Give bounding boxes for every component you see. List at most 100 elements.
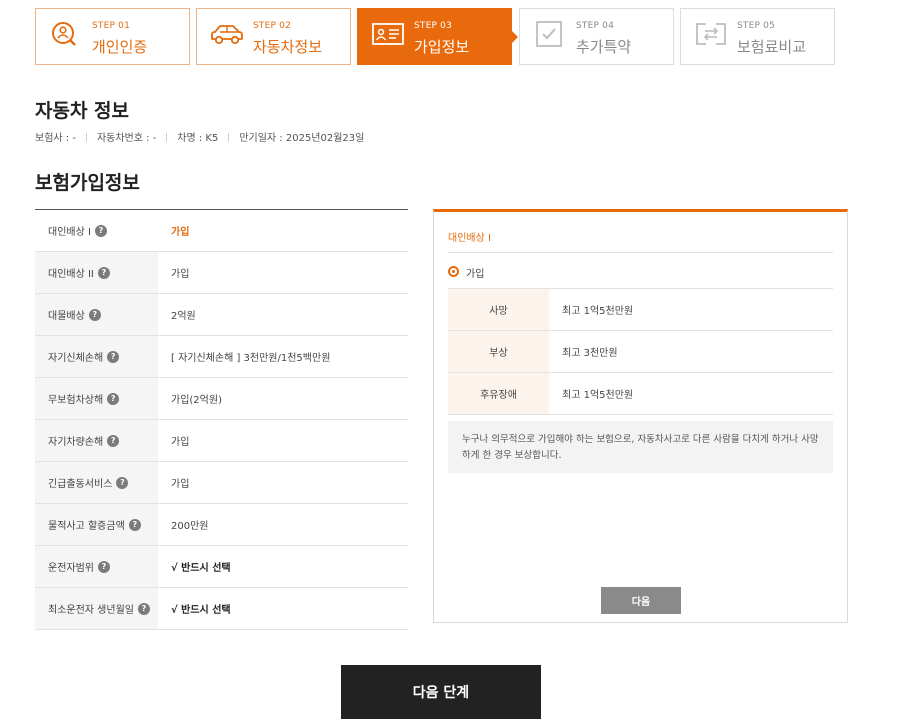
coverage-label-cell: 대인배상 II? [35,252,158,293]
step-2: STEP 02 자동차정보 [196,8,351,65]
coverage-label: 무보험차상해 [48,395,104,406]
help-icon[interactable]: ? [98,560,110,573]
next-step-button[interactable]: 다음 단계 [341,665,541,719]
help-icon[interactable]: ? [107,392,120,405]
step-1: STEP 01 개인인증 [35,8,190,65]
step-arrow [512,31,518,43]
coverage-row-bodily-2[interactable]: 대인배상 II? 가입 [35,252,408,294]
coverage-value: 200만원 [171,521,209,532]
coverage-value: [ 자기신체손해 ] 3천만원/1천5백만원 [171,353,331,364]
divider [166,133,168,142]
coverage-label: 대인배상 I [48,227,91,238]
coverage-value: √ 반드시 선택 [171,563,231,574]
step-number: STEP 04 [576,21,615,31]
help-icon[interactable]: ? [116,476,129,489]
car-name-text: 차명 : K5 [177,133,219,144]
compare-icon [693,19,729,49]
help-icon[interactable]: ? [128,518,141,531]
step-number: STEP 01 [92,21,131,31]
step-5: STEP 05 보험료비교 [680,8,835,65]
car-number-text: 자동차번호 : - [96,133,157,144]
coverage-label-cell: 운전자범위? [35,546,158,587]
start-date-text: 만기일자 : 2025년02월23일 [239,133,365,144]
coverage-value: √ 반드시 선택 [171,605,231,616]
table-row: 부상 최고 3천만원 [448,331,833,373]
coverage-value: 가입 [171,437,190,448]
divider [228,133,230,142]
id-card-icon [370,19,406,49]
coverage-value: 2억원 [171,311,196,322]
step-4: STEP 04 추가특약 [519,8,674,65]
coverage-row-bodily-1[interactable]: 대인배상 I? 가입 [35,210,408,252]
coverage-label: 대물배상 [48,311,85,322]
coverage-label-cell: 대물배상? [35,294,158,335]
coverage-value: 가입 [171,227,190,238]
help-icon[interactable]: ? [88,308,101,321]
payout-label: 후유장애 [448,373,549,414]
step-number: STEP 03 [414,21,453,31]
car-icon [209,19,245,49]
step-label: 개인인증 [92,38,148,56]
divider [85,133,87,142]
coverage-label-cell: 대인배상 I? [35,210,158,251]
payout-value: 최고 3천만원 [562,348,618,359]
step-3: STEP 03 가입정보 [357,8,518,65]
coverage-label: 긴급출동서비스 [48,479,113,490]
checkbox-icon [532,19,568,49]
coverage-row-uninsured[interactable]: 무보험차상해? 가입(2억원) [35,378,408,420]
person-search-icon [48,19,84,49]
divider [448,252,833,253]
help-icon[interactable]: ? [94,224,107,237]
coverage-label: 자기차량손해 [48,437,104,448]
table-row: 후유장애 최고 1억5천만원 [448,373,833,415]
panel-title: 대인배상 I [448,233,491,244]
coverage-description: 누구나 의무적으로 가입해야 하는 보험으로, 자동차사고로 다른 사람을 다치… [448,421,833,473]
coverage-table: 대인배상 I? 가입 대인배상 II? 가입 대물배상? 2억원 자기신체손해?… [35,209,408,630]
step-label: 가입정보 [414,38,470,56]
coverage-label-cell: 자기차량손해? [35,420,158,461]
coverage-label-cell: 최소운전자 생년월일? [35,588,158,629]
coverage-label: 운전자범위 [48,563,94,574]
help-icon[interactable]: ? [107,350,120,363]
help-icon[interactable]: ? [97,266,110,279]
payout-value: 최고 1억5천만원 [562,390,634,401]
step-number: STEP 05 [737,21,776,31]
coverage-value: 가입 [171,479,190,490]
step-label: 자동차정보 [253,38,323,56]
coverage-row-driver-scope[interactable]: 운전자범위? √ 반드시 선택 [35,546,408,588]
coverage-row-emergency[interactable]: 긴급출동서비스? 가입 [35,462,408,504]
help-icon[interactable]: ? [137,602,150,615]
coverage-label: 최소운전자 생년월일 [48,605,134,616]
step-label: 보험료비교 [737,38,807,56]
coverage-value: 가입(2억원) [171,395,222,406]
coverage-row-property[interactable]: 대물배상? 2억원 [35,294,408,336]
coverage-row-min-driver-birth[interactable]: 최소운전자 생년월일? √ 반드시 선택 [35,588,408,630]
step-label: 추가특약 [576,38,632,56]
coverage-detail-panel: 대인배상 I 가입 사망 최고 1억5천만원 부상 최고 3천만원 후유장애 최… [433,209,848,623]
help-icon[interactable]: ? [107,434,120,447]
coverage-label-cell: 물적사고 할증금액? [35,504,158,545]
join-radio[interactable] [448,266,459,277]
step-number: STEP 02 [253,21,292,31]
join-radio-label[interactable]: 가입 [466,265,484,280]
payout-label: 부상 [448,331,549,372]
coverage-row-self-injury[interactable]: 자기신체손해? [ 자기신체손해 ] 3천만원/1천5백만원 [35,336,408,378]
car-info-summary: 보험사 : - 자동차번호 : - 차명 : K5 만기일자 : 2025년02월23… [35,129,364,144]
table-row: 사망 최고 1억5천만원 [448,289,833,331]
payout-label: 사망 [448,289,549,330]
payout-value: 최고 1억5천만원 [562,306,634,317]
payout-table: 사망 최고 1억5천만원 부상 최고 3천만원 후유장애 최고 1억5천만원 [448,288,833,415]
coverage-value: 가입 [171,269,190,280]
insurer-text: 보험사 : - [35,133,76,144]
coverage-row-own-vehicle[interactable]: 자기차량손해? 가입 [35,420,408,462]
car-info-title: 자동차 정보 [35,100,130,122]
panel-next-button[interactable]: 다음 [601,587,681,614]
coverage-label-cell: 무보험차상해? [35,378,158,419]
coverage-row-surcharge[interactable]: 물적사고 할증금액? 200만원 [35,504,408,546]
insurance-info-title: 보험가입정보 [35,172,140,194]
coverage-label: 자기신체손해 [48,353,104,364]
coverage-label-cell: 긴급출동서비스? [35,462,158,503]
step-progress: STEP 01 개인인증 STEP 02 자동차정보 STEP 03 가입정보 … [35,8,845,65]
coverage-label: 물적사고 할증금액 [48,521,125,532]
coverage-label-cell: 자기신체손해? [35,336,158,377]
